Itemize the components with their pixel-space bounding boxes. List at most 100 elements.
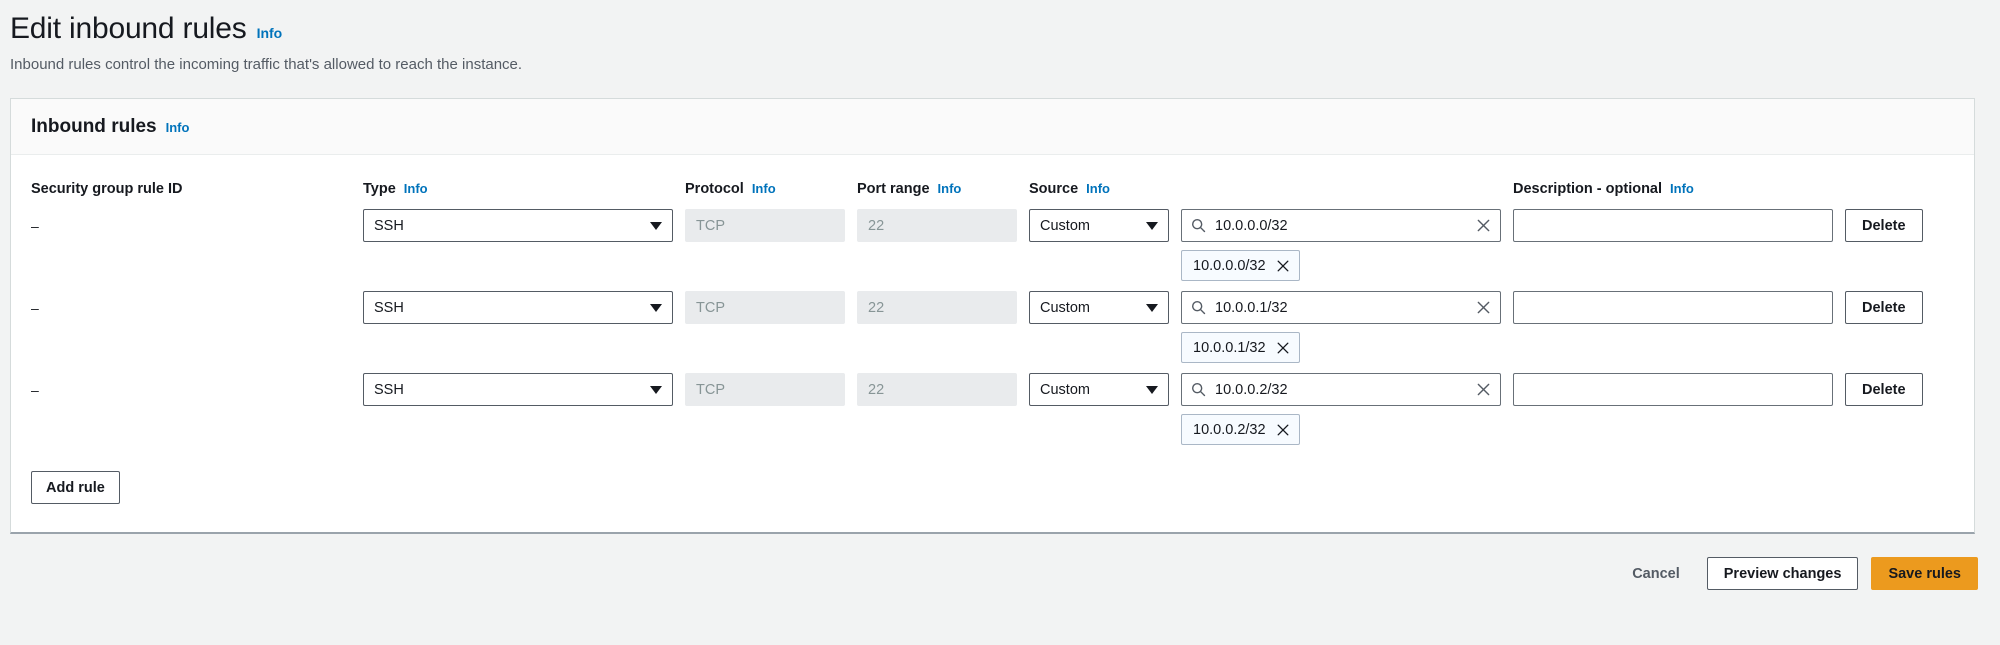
clear-source-button[interactable] [1476, 218, 1491, 233]
row-spacer [857, 281, 1017, 291]
column-header-rule-id: Security group rule ID [31, 155, 351, 209]
type-select[interactable]: SSH [363, 373, 673, 406]
column-label: Description - optional [1513, 181, 1663, 197]
remove-source-token-button[interactable] [1276, 259, 1290, 273]
row-spacer [363, 281, 673, 291]
source-search-input[interactable]: 10.0.0.0/32 [1181, 209, 1501, 242]
footer-actions: Cancel Preview changes Save rules [0, 534, 2000, 590]
delete-rule-button[interactable]: Delete [1845, 373, 1923, 406]
page-description: Inbound rules control the incoming traff… [10, 56, 523, 73]
description-info-link[interactable]: Info [1670, 181, 1694, 196]
preview-changes-button[interactable]: Preview changes [1706, 557, 1859, 590]
panel-info-link[interactable]: Info [166, 120, 190, 135]
description-input[interactable] [1513, 373, 1833, 406]
source-info-link[interactable]: Info [1086, 181, 1110, 196]
column-header-actions [1845, 155, 1940, 193]
add-rule-container: Add rule [31, 445, 1954, 532]
source-search-input[interactable]: 10.0.0.1/32 [1181, 291, 1501, 324]
clear-source-button[interactable] [1476, 300, 1491, 315]
description-cell [1513, 373, 1833, 406]
type-info-link[interactable]: Info [404, 181, 428, 196]
table-row: – [31, 373, 351, 407]
add-rule-button[interactable]: Add rule [31, 471, 120, 504]
page-title-row: Edit inbound rules Info [10, 10, 1990, 48]
panel-body: Security group rule ID Type Info Protoco… [11, 155, 1974, 532]
chevron-down-icon [650, 303, 662, 312]
port-range-info-link[interactable]: Info [938, 181, 962, 196]
delete-rule-button[interactable]: Delete [1845, 209, 1923, 242]
row-spacer [1513, 363, 1833, 373]
source-type-value: Custom [1040, 217, 1090, 234]
column-header-protocol: Protocol Info [685, 155, 845, 209]
delete-rule-button[interactable]: Delete [1845, 291, 1923, 324]
type-value: SSH [374, 299, 404, 316]
description-cell [1513, 291, 1833, 324]
protocol-cell: TCP [685, 373, 845, 406]
protocol-value: TCP [696, 381, 725, 398]
source-type-select[interactable]: Custom [1029, 291, 1169, 324]
source-token-label: 10.0.0.2/32 [1193, 421, 1266, 438]
source-token[interactable]: 10.0.0.1/32 [1181, 332, 1300, 363]
source-value: 10.0.0.2/32 [1215, 381, 1288, 398]
source-value-cell: 10.0.0.1/32 10.0.0.1/32 [1181, 291, 1501, 363]
row-spacer [1181, 281, 1501, 291]
source-type-select[interactable]: Custom [1029, 209, 1169, 242]
source-token-label: 10.0.0.0/32 [1193, 257, 1266, 274]
column-label: Security group rule ID [31, 181, 183, 197]
type-cell: SSH [363, 373, 673, 406]
type-cell: SSH [363, 291, 673, 324]
row-spacer [685, 281, 845, 291]
type-value: SSH [374, 217, 404, 234]
column-header-source-value [1181, 155, 1501, 193]
port-range-field: 22 [857, 373, 1017, 406]
table-row: – [31, 291, 351, 325]
row-spacer [363, 363, 673, 373]
protocol-info-link[interactable]: Info [752, 181, 776, 196]
column-header-type: Type Info [363, 155, 673, 209]
clear-source-button[interactable] [1476, 382, 1491, 397]
port-range-cell: 22 [857, 373, 1017, 406]
row-spacer [1029, 363, 1169, 373]
source-token[interactable]: 10.0.0.2/32 [1181, 414, 1300, 445]
cancel-button[interactable]: Cancel [1618, 566, 1694, 582]
row-spacer [31, 281, 351, 291]
protocol-value: TCP [696, 217, 725, 234]
source-type-select[interactable]: Custom [1029, 373, 1169, 406]
row-spacer [1181, 363, 1501, 373]
column-header-source: Source Info [1029, 155, 1169, 209]
row-spacer [1029, 281, 1169, 291]
port-range-value: 22 [868, 217, 885, 234]
description-input[interactable] [1513, 291, 1833, 324]
remove-source-token-button[interactable] [1276, 341, 1290, 355]
port-range-cell: 22 [857, 291, 1017, 324]
remove-source-token-button[interactable] [1276, 423, 1290, 437]
page-header: Edit inbound rules Info Inbound rules co… [0, 0, 2000, 75]
type-select[interactable]: SSH [363, 209, 673, 242]
protocol-field: TCP [685, 209, 845, 242]
source-type-cell: Custom [1029, 373, 1169, 406]
table-row: – [31, 209, 351, 243]
page-title: Edit inbound rules [10, 12, 247, 45]
source-type-cell: Custom [1029, 209, 1169, 242]
rule-id-value: – [31, 300, 39, 316]
chevron-down-icon [650, 385, 662, 394]
rule-id-value: – [31, 382, 39, 398]
source-token[interactable]: 10.0.0.0/32 [1181, 250, 1300, 281]
port-range-field: 22 [857, 291, 1017, 324]
page-info-link[interactable]: Info [257, 25, 283, 41]
search-icon [1191, 218, 1206, 233]
source-value: 10.0.0.0/32 [1215, 217, 1288, 234]
description-input[interactable] [1513, 209, 1833, 242]
type-select[interactable]: SSH [363, 291, 673, 324]
source-type-value: Custom [1040, 381, 1090, 398]
actions-cell: Delete [1845, 209, 1940, 242]
row-spacer [1845, 281, 1940, 291]
save-rules-button[interactable]: Save rules [1871, 557, 1978, 590]
row-spacer [1513, 281, 1833, 291]
port-range-value: 22 [868, 381, 885, 398]
row-spacer [685, 363, 845, 373]
column-header-port-range: Port range Info [857, 155, 1017, 209]
source-search-input[interactable]: 10.0.0.2/32 [1181, 373, 1501, 406]
inbound-rules-panel: Inbound rules Info Security group rule I… [10, 98, 1975, 534]
chevron-down-icon [1146, 221, 1158, 230]
